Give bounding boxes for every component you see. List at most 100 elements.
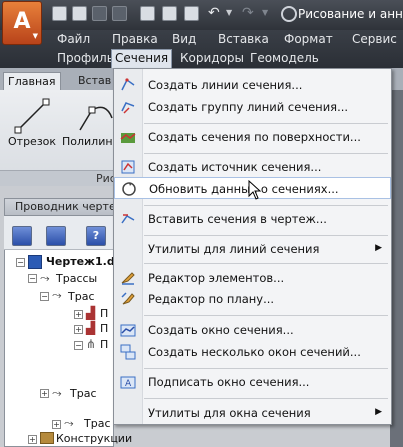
menu-tools[interactable]: Сервис: [352, 32, 397, 46]
sample-line-group-icon: ⋔: [86, 337, 97, 351]
profile-view-icon: ▟: [86, 321, 96, 335]
tree-expand-icon[interactable]: +: [52, 420, 61, 429]
menu-geomodel[interactable]: Геомодель: [250, 51, 319, 65]
prospector-title[interactable]: Проводник черте: [4, 198, 124, 216]
sections-dropdown-menu: Создать линии сечения... Создать группу …: [113, 68, 392, 425]
menu-item-section-view-utilities[interactable]: Утилиты для окна сечения ▶: [114, 402, 391, 424]
print-icon[interactable]: [184, 6, 199, 21]
menu-item-section-line-utilities[interactable]: Утилиты для линий сечения ▶: [114, 238, 391, 260]
alignments-icon: ⤳: [40, 271, 50, 285]
element-editor-icon: [121, 272, 135, 285]
menu-item-label: Создать несколько окон сечений...: [148, 345, 361, 359]
save-icon[interactable]: [92, 6, 107, 21]
save-as-icon[interactable]: [112, 6, 127, 21]
menu-item-label: Создать линии сечения...: [148, 78, 303, 92]
menu-separator: [144, 235, 388, 236]
menu-item-element-editor[interactable]: Редактор элементов...: [114, 267, 391, 289]
menu-item-label: Утилиты для окна сечения: [148, 406, 311, 420]
menu-item-label: Создать окно сечения...: [148, 323, 294, 337]
menu-separator: [144, 123, 388, 124]
menu-edit[interactable]: Правка: [112, 32, 158, 46]
application-menu-button[interactable]: A ▼: [2, 1, 42, 45]
menu-item-plan-editor[interactable]: Редактор по плану...: [114, 288, 391, 310]
menu-sections[interactable]: Сечения: [111, 49, 173, 68]
tab-insert[interactable]: Встав: [78, 72, 111, 90]
tree-item-alignment-1[interactable]: Трас: [68, 290, 95, 303]
workspace-gear-icon[interactable]: [281, 6, 297, 22]
tree-collapse-icon[interactable]: −: [16, 258, 25, 267]
tree-collapse-icon[interactable]: −: [28, 274, 37, 283]
menu-insert[interactable]: Вставка: [218, 32, 269, 46]
plot-icon[interactable]: [140, 6, 155, 21]
new-file-icon[interactable]: [52, 6, 67, 21]
help-icon[interactable]: ?: [86, 226, 106, 246]
menu-item-label: Подписать окно сечения...: [148, 375, 310, 389]
tree-item-sub-1[interactable]: П: [100, 307, 108, 320]
tree-item-sub-3[interactable]: П: [100, 338, 108, 351]
menu-profile[interactable]: Профиль: [57, 51, 114, 65]
menu-item-create-surface-sections[interactable]: Создать сечения по поверхности...: [114, 126, 391, 148]
menu-item-label-section-view[interactable]: A Подписать окно сечения...: [114, 371, 391, 393]
polyline-tool-label[interactable]: Полилин: [62, 135, 113, 148]
polyline-tool-icon[interactable]: [76, 98, 116, 134]
menu-file[interactable]: Файл: [57, 32, 90, 46]
submenu-arrow-icon: ▶: [375, 243, 382, 253]
menu-item-label: Обновить данные о сечениях...: [149, 182, 339, 196]
submenu-arrow-icon: ▶: [375, 407, 382, 417]
prospector-settings-icon[interactable]: [46, 226, 66, 246]
section-view-icon: [120, 324, 136, 337]
menu-view[interactable]: Вид: [172, 32, 196, 46]
assemblies-icon: [40, 432, 54, 444]
menu-separator: [144, 263, 388, 264]
prospector-panel: [4, 216, 114, 447]
surface-section-icon: [120, 133, 136, 143]
menu-separator: [144, 205, 388, 206]
menu-separator: [144, 398, 388, 399]
tree-item-assemblies[interactable]: Конструкции: [56, 432, 132, 445]
tree-collapse-icon[interactable]: −: [40, 292, 49, 301]
tab-home[interactable]: Главная: [3, 72, 61, 92]
svg-text:A: A: [125, 379, 132, 389]
prospector-view-icon[interactable]: [12, 226, 32, 246]
menu-separator: [144, 153, 388, 154]
tree-expand-icon[interactable]: +: [28, 435, 37, 444]
menu-separator: [144, 368, 388, 369]
menu-item-insert-sections[interactable]: Вставить сечения в чертеж...: [114, 208, 391, 230]
line-tool-label[interactable]: Отрезок: [8, 135, 56, 148]
tree-collapse-icon[interactable]: −: [74, 341, 83, 350]
menu-item-label: Редактор элементов...: [148, 271, 285, 285]
menu-item-create-section-lines[interactable]: Создать линии сечения...: [114, 74, 391, 96]
draw-panel-title[interactable]: Рис: [0, 170, 118, 186]
chevron-down-icon[interactable]: ▼: [262, 8, 268, 17]
line-tool-icon[interactable]: [14, 98, 50, 134]
plot-preview-icon[interactable]: [162, 6, 177, 21]
chevron-down-icon: ▼: [32, 32, 38, 40]
menu-item-create-section-group[interactable]: Создать группу линий сечения...: [114, 96, 391, 118]
menu-item-create-multiple-section-views[interactable]: Создать несколько окон сечений...: [114, 341, 391, 363]
alignment-icon: ⤳: [64, 416, 74, 430]
section-source-icon: [121, 160, 135, 174]
tree-item-alignment-2[interactable]: Трас: [70, 387, 97, 400]
tree-expand-icon[interactable]: +: [74, 310, 83, 319]
tree-item-alignment-3[interactable]: Трас: [84, 417, 111, 430]
menu-item-create-section-view[interactable]: Создать окно сечения...: [114, 319, 391, 341]
tree-item-drawing[interactable]: Чертеж1.d: [46, 255, 115, 268]
tree-expand-icon[interactable]: +: [40, 389, 49, 398]
redo-icon[interactable]: ↷: [242, 5, 254, 21]
profile-icon: ▟: [86, 306, 96, 320]
tree-item-alignments[interactable]: Трассы: [56, 272, 97, 285]
chevron-down-icon[interactable]: ▼: [226, 8, 232, 17]
section-lines-icon: [121, 78, 135, 91]
menu-format[interactable]: Формат: [284, 32, 333, 46]
undo-icon[interactable]: ↶: [208, 5, 220, 21]
menu-corridors[interactable]: Коридоры: [180, 51, 244, 65]
open-file-icon[interactable]: [72, 6, 87, 21]
refresh-section-icon: [122, 182, 136, 196]
alignment-icon: ⤳: [52, 386, 62, 400]
tree-item-sub-2[interactable]: П: [100, 322, 108, 335]
tree-expand-icon[interactable]: +: [74, 325, 83, 334]
menu-item-create-section-source[interactable]: Создать источник сечения...: [114, 156, 391, 178]
insert-section-icon: [121, 214, 135, 224]
label-section-view-icon: A: [120, 376, 136, 389]
workspace-name[interactable]: Рисование и аннот: [298, 7, 403, 21]
